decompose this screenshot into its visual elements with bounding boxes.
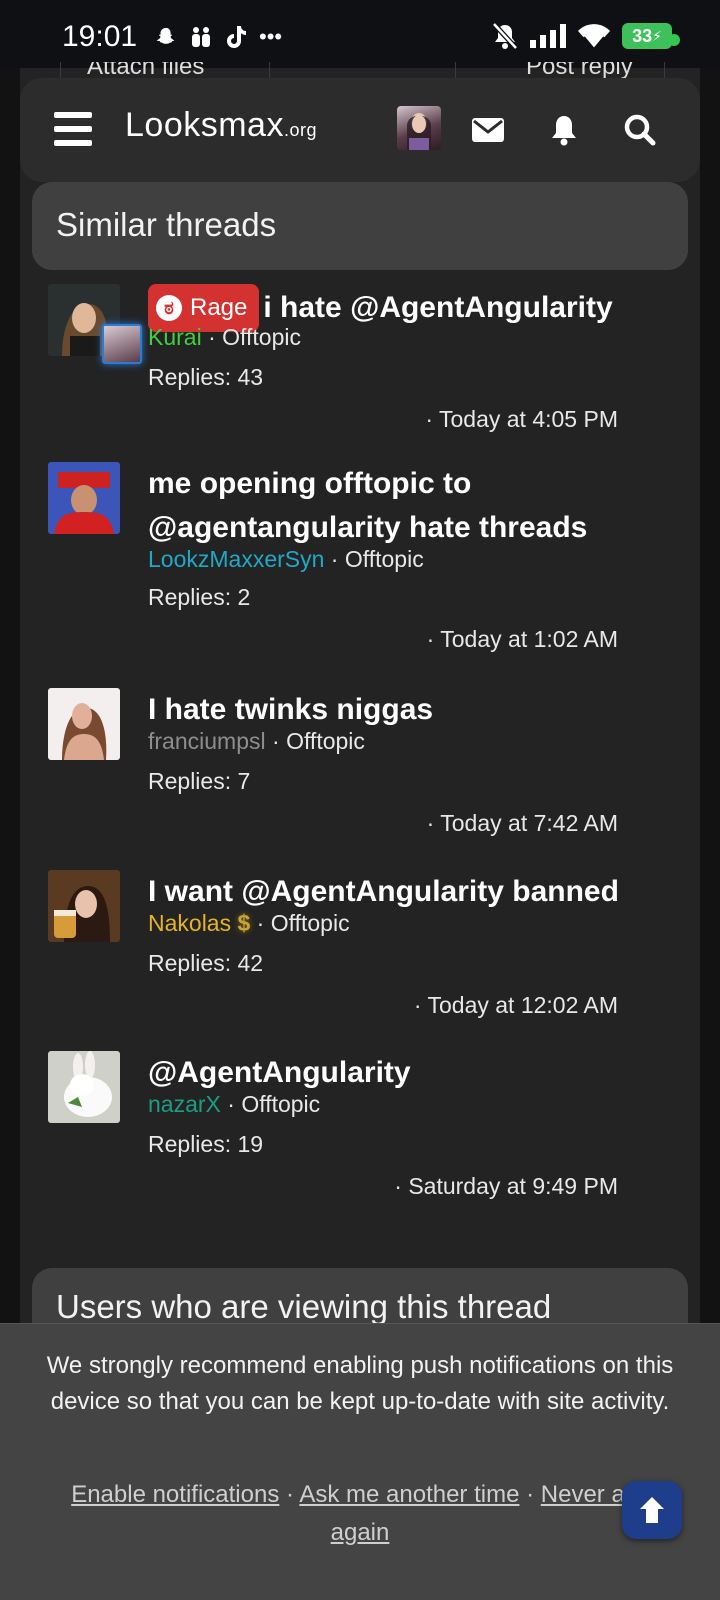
reply-count: Replies: 43 [148,364,264,390]
status-time: 19:01 [62,20,138,53]
thread-date[interactable]: · Saturday at 9:49 PM [394,1173,618,1200]
thread-author-link[interactable]: Kurai [148,324,202,350]
participant-avatar[interactable] [102,324,142,364]
user-avatar[interactable] [397,106,441,150]
thread-meta: franciumpsl · Offtopic [148,728,365,754]
people-icon [192,27,210,47]
status-app-icons: ••• [155,24,282,50]
thread-author-link[interactable]: franciumpsl [148,728,266,754]
thread-meta: Kurai · Offtopic [148,324,301,350]
reply-count: Replies: 42 [148,950,264,976]
mute-bell-icon [492,22,518,50]
thread-author-link[interactable]: Nakolas [148,910,231,936]
thread-title[interactable]: I hate twinks niggas [148,688,668,732]
site-logo[interactable]: Looksmax.org [125,106,317,145]
thread-item[interactable]: @AgentAngularity nazarX · Offtopic Repli… [48,1051,668,1211]
status-bar: 19:01 ••• 33 ⚡ [0,0,720,68]
thread-author-avatar[interactable] [48,688,120,760]
reply-count: Replies: 19 [148,1131,264,1157]
thread-date[interactable]: · Today at 4:05 PM [425,406,618,433]
tiktok-icon [227,26,246,48]
menu-icon[interactable] [54,112,92,146]
thread-item[interactable]: me opening offtopic to @agentangularity … [48,462,668,662]
thread-title[interactable]: I want @AgentAngularity banned [148,870,668,914]
privacy-dot [668,34,680,46]
thread-item[interactable]: I hate twinks niggas franciumpsl · Offto… [48,688,668,848]
dollar-badge-icon: $ [237,910,251,936]
reply-count: Replies: 2 [148,584,251,610]
thread-item[interactable]: ಠ Rage i hate @AgentAngularity Kurai · Off… [48,284,668,444]
thread-meta: LookzMaxxerSyn · Offtopic [148,546,424,572]
enable-notifications-link[interactable]: Enable notifications [71,1481,279,1508]
thread-item[interactable]: I want @AgentAngularity banned Nakolas $… [48,870,668,1030]
arrow-up-icon [640,1497,664,1523]
similar-threads-header: Similar threads [32,182,688,270]
inbox-icon[interactable] [468,110,508,150]
scroll-to-top-button[interactable] [622,1481,682,1539]
forum-link[interactable]: Offtopic [271,910,350,936]
signal-icon [530,24,566,48]
more-notifications-icon: ••• [259,24,283,49]
thread-author-link[interactable]: LookzMaxxerSyn [148,546,324,572]
ask-later-link[interactable]: Ask me another time [299,1481,519,1508]
thread-author-link[interactable]: nazarX [148,1091,221,1117]
site-header: Looksmax.org [20,78,700,182]
wifi-icon [578,24,610,49]
battery-indicator: 33 ⚡ [622,23,672,49]
section-title: Users who are viewing this thread [56,1288,552,1325]
thread-title[interactable]: me opening offtopic to @agentangularity … [148,462,668,550]
notice-actions: Enable notifications · Ask me another ti… [71,1481,649,1546]
forum-link[interactable]: Offtopic [241,1091,320,1117]
forum-link[interactable]: Offtopic [345,546,424,572]
push-notification-notice: We strongly recommend enabling push noti… [0,1323,720,1600]
thread-meta: Nakolas $ · Offtopic [148,910,350,936]
notice-message: We strongly recommend enabling push noti… [46,1352,674,1415]
forum-link[interactable]: Offtopic [286,728,365,754]
status-system-icons: 33 ⚡ [492,22,672,50]
thread-date[interactable]: · Today at 1:02 AM [427,626,618,653]
thread-meta: nazarX · Offtopic [148,1091,321,1117]
thread-date[interactable]: · Today at 7:42 AM [427,810,618,837]
reply-count: Replies: 7 [148,768,251,794]
thread-author-avatar[interactable] [48,1051,120,1123]
search-icon[interactable] [620,110,660,150]
angry-face-icon: ಠ [156,295,182,321]
section-title: Similar threads [56,206,277,243]
thread-date[interactable]: · Today at 12:02 AM [414,992,618,1019]
thread-author-avatar[interactable] [48,462,120,534]
snapchat-icon [156,27,175,44]
thread-author-avatar[interactable] [48,870,120,942]
thread-title[interactable]: @AgentAngularity [148,1051,668,1095]
bell-icon[interactable] [544,110,584,150]
forum-link[interactable]: Offtopic [222,324,301,350]
